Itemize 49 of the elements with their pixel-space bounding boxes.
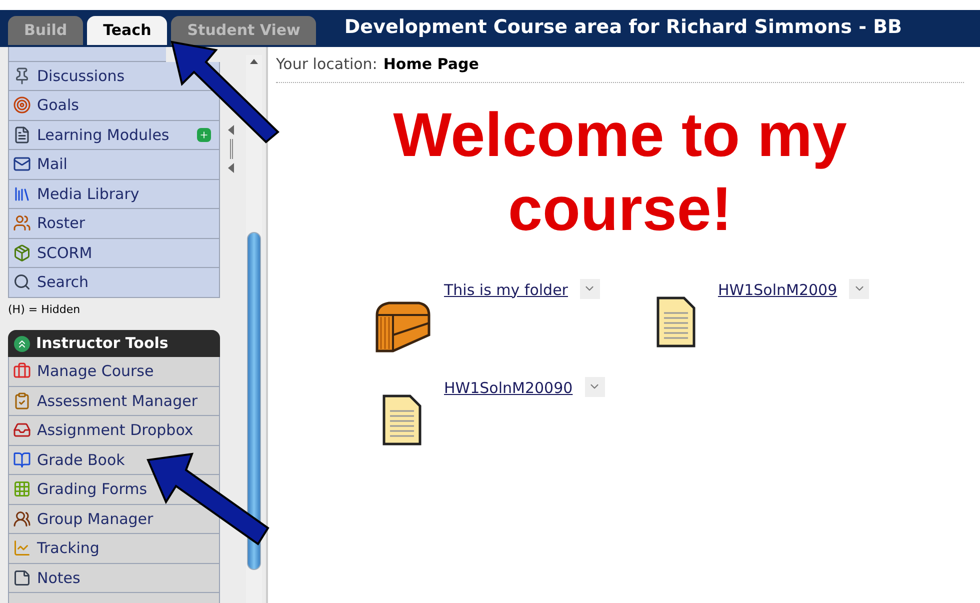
item-link[interactable]: HW1SolnM20090	[444, 376, 573, 399]
scroll-up-icon[interactable]	[250, 59, 258, 64]
note-icon	[13, 568, 31, 587]
search-icon	[13, 273, 31, 292]
sidebar-item[interactable]: Search	[9, 268, 219, 298]
library-icon	[13, 184, 31, 203]
document-icon	[380, 392, 424, 446]
inbox-icon	[13, 421, 31, 440]
menu-icon[interactable]	[580, 278, 600, 298]
toolbox-icon	[13, 362, 31, 380]
sidebar-item[interactable]: Mail	[9, 150, 219, 180]
sidebar-item[interactable]: Tracking	[9, 534, 219, 564]
sidebar-item[interactable]: Assessment Manager	[9, 386, 219, 416]
sidebar-item[interactable]: Group Manager	[9, 504, 219, 534]
sidebar-item[interactable]: Notes	[9, 564, 219, 593]
people-icon	[13, 214, 31, 232]
pin-icon	[13, 66, 31, 85]
sidebar-item[interactable]: Learning Modules	[9, 120, 219, 150]
collapse-handle-icon[interactable]	[228, 125, 234, 135]
section-header[interactable]: Instructor Tools	[8, 330, 220, 357]
welcome-heading: Welcome to my course!	[392, 100, 848, 246]
document-icon	[13, 126, 31, 144]
breadcrumb-value: Home Page	[383, 54, 479, 75]
menu-icon[interactable]	[584, 376, 605, 396]
sidebar-item[interactable]	[8, 47, 166, 62]
grid-icon	[13, 480, 31, 498]
course-title: Development Course area for Richard Simmons - BB	[344, 15, 902, 40]
tab[interactable]: Teach	[87, 16, 168, 45]
sidebar-item[interactable]: SCORM	[9, 238, 219, 268]
sidebar-item[interactable]: Roster	[9, 209, 219, 238]
envelope-icon	[13, 155, 31, 174]
item-link[interactable]: This is my folder	[444, 278, 568, 301]
sidebar-item[interactable]: Manage Course	[9, 357, 219, 386]
package-icon	[13, 244, 31, 262]
sidebar-item[interactable]: Media Library	[9, 180, 219, 209]
clipboard-icon	[13, 392, 31, 410]
scrollbar[interactable]	[246, 55, 262, 603]
expand-handle-icon[interactable]	[228, 163, 234, 173]
breadcrumb-label: Your location:	[276, 54, 378, 75]
target-icon	[13, 96, 31, 114]
people-icon	[13, 510, 31, 528]
sidebar-item[interactable]: Goals	[9, 91, 219, 120]
item-link[interactable]: HW1SolnM2009	[718, 278, 838, 301]
document-icon	[654, 294, 698, 348]
menu-icon[interactable]	[849, 278, 870, 298]
sidebar-item[interactable]: Assignment Dropbox	[9, 416, 219, 446]
book-icon	[13, 450, 31, 469]
legend-text: (H) = Hidden	[8, 302, 82, 318]
chart-icon	[13, 539, 31, 558]
